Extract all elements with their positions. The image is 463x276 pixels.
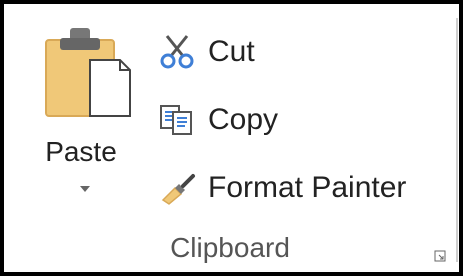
dialog-launcher-icon[interactable]: [434, 250, 446, 262]
paintbrush-icon: [154, 168, 200, 208]
copy-button[interactable]: Copy: [154, 98, 278, 142]
copy-label: Copy: [208, 103, 279, 136]
paste-label: Paste: [45, 136, 117, 167]
chevron-down-icon[interactable]: [80, 186, 90, 192]
format-painter-button[interactable]: Format Painter: [154, 166, 406, 210]
group-divider: [456, 18, 458, 262]
copy-icon: [154, 100, 200, 140]
cut-button[interactable]: Cut: [154, 30, 255, 74]
format-painter-label: Format Painter: [208, 171, 407, 204]
paste-icon: [45, 28, 131, 117]
scissors-icon: [154, 32, 200, 72]
group-label: Clipboard: [170, 232, 290, 263]
clipboard-ribbon-group: Paste Cut Copy Format Painter Clipboard: [0, 0, 463, 276]
cut-label: Cut: [208, 35, 255, 68]
paste-button[interactable]: Paste: [26, 26, 136, 206]
